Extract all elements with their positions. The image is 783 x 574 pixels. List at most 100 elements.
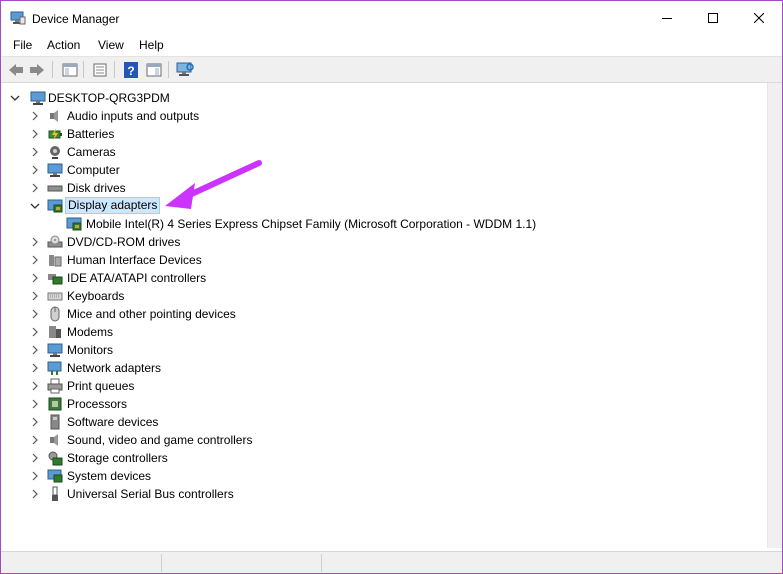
tree-item-batteries[interactable]: Batteries xyxy=(2,125,402,143)
tree-item-label: Processors xyxy=(67,397,128,411)
chevron-right-icon[interactable] xyxy=(30,359,40,377)
tree-item-processors[interactable]: Processors xyxy=(2,395,402,413)
toolbar-separator xyxy=(168,61,169,78)
tree-item-storage-controllers[interactable]: Storage controllers xyxy=(2,449,402,467)
help-icon: ? xyxy=(124,61,138,78)
tree-item-label: Monitors xyxy=(67,343,114,357)
tree-item-label: Modems xyxy=(67,325,114,339)
tree-item-usb-controllers[interactable]: Universal Serial Bus controllers xyxy=(2,485,402,503)
chevron-right-icon[interactable] xyxy=(30,449,40,467)
chevron-right-icon[interactable] xyxy=(30,233,40,251)
vertical-scrollbar[interactable] xyxy=(767,83,782,548)
maximize-icon xyxy=(708,13,718,23)
minimize-icon xyxy=(662,18,672,19)
chevron-right-icon[interactable] xyxy=(30,305,40,323)
svg-text:?: ? xyxy=(127,64,134,78)
forward-icon xyxy=(30,63,44,76)
chevron-right-icon[interactable] xyxy=(30,143,40,161)
modem-icon xyxy=(47,324,63,340)
device-tree[interactable]: DESKTOP-QRG3PDM Audio inputs and outputs… xyxy=(2,83,766,548)
menu-help[interactable]: Help xyxy=(138,38,165,52)
mouse-icon xyxy=(47,306,63,322)
battery-icon xyxy=(47,126,63,142)
tree-item-label: Disk drives xyxy=(67,181,126,195)
toolbar-separator xyxy=(83,61,84,78)
chevron-right-icon[interactable] xyxy=(30,179,40,197)
maximize-button[interactable] xyxy=(690,1,736,35)
tree-item-software-devices[interactable]: Software devices xyxy=(2,413,402,431)
chevron-right-icon[interactable] xyxy=(30,287,40,305)
chevron-right-icon[interactable] xyxy=(30,413,40,431)
tree-item-dvd-drives[interactable]: DVD/CD-ROM drives xyxy=(2,233,402,251)
chevron-right-icon[interactable] xyxy=(30,251,40,269)
tree-item-label: Print queues xyxy=(67,379,135,393)
monitor-icon xyxy=(47,162,63,178)
status-bar xyxy=(1,551,782,573)
display-adapter-icon xyxy=(66,216,82,232)
title-bar[interactable]: Device Manager xyxy=(1,1,782,35)
chevron-right-icon[interactable] xyxy=(30,485,40,503)
tree-item-mice[interactable]: Mice and other pointing devices xyxy=(2,305,402,323)
tree-item-label: Software devices xyxy=(67,415,159,429)
tree-item-print-queues[interactable]: Print queues xyxy=(2,377,402,395)
chevron-right-icon[interactable] xyxy=(30,377,40,395)
tree-item-modems[interactable]: Modems xyxy=(2,323,402,341)
forward-button[interactable] xyxy=(28,61,46,78)
chevron-down-icon[interactable] xyxy=(30,197,40,215)
annotation-arrow-icon xyxy=(165,160,262,209)
storage-controller-icon xyxy=(47,450,63,466)
tree-item-audio-inputs[interactable]: Audio inputs and outputs xyxy=(2,107,402,125)
tree-item-display-adapter-child[interactable]: Mobile Intel(R) 4 Series Express Chipset… xyxy=(2,215,602,233)
tree-item-label: Mobile Intel(R) 4 Series Express Chipset… xyxy=(86,217,537,231)
chevron-right-icon[interactable] xyxy=(30,269,40,287)
device-manager-app-icon xyxy=(10,11,26,25)
chevron-right-icon[interactable] xyxy=(30,467,40,485)
menu-view[interactable]: View xyxy=(97,38,125,52)
tree-item-system-devices[interactable]: System devices xyxy=(2,467,402,485)
chevron-right-icon[interactable] xyxy=(30,323,40,341)
menu-action[interactable]: Action xyxy=(46,38,81,52)
ide-controller-icon xyxy=(47,270,63,286)
chevron-down-icon[interactable] xyxy=(10,89,20,107)
tree-root-label: DESKTOP-QRG3PDM xyxy=(48,91,170,105)
tree-item-label: System devices xyxy=(67,469,152,483)
tree-item-label: Mice and other pointing devices xyxy=(67,307,236,321)
chevron-right-icon[interactable] xyxy=(30,431,40,449)
action-pane-button[interactable] xyxy=(145,61,163,78)
software-device-icon xyxy=(47,414,63,430)
tree-root-node[interactable]: DESKTOP-QRG3PDM xyxy=(2,89,402,107)
action-pane-icon xyxy=(146,63,162,76)
network-adapter-icon xyxy=(47,360,63,376)
console-tree-icon xyxy=(62,63,78,76)
close-button[interactable] xyxy=(736,1,782,35)
chevron-right-icon[interactable] xyxy=(30,107,40,125)
properties-icon xyxy=(93,63,107,76)
back-button[interactable] xyxy=(7,61,25,78)
status-divider xyxy=(321,554,322,572)
help-button[interactable]: ? xyxy=(122,61,140,78)
tree-item-monitors[interactable]: Monitors xyxy=(2,341,402,359)
tree-item-label: Computer xyxy=(67,163,120,177)
status-divider xyxy=(161,554,162,572)
tree-item-human-interface-devices[interactable]: Human Interface Devices xyxy=(2,251,402,269)
minimize-button[interactable] xyxy=(644,1,690,35)
chevron-right-icon[interactable] xyxy=(30,125,40,143)
properties-button[interactable] xyxy=(91,61,109,78)
tree-item-network-adapters[interactable]: Network adapters xyxy=(2,359,402,377)
chevron-right-icon[interactable] xyxy=(30,161,40,179)
tree-item-sound-video-game[interactable]: Sound, video and game controllers xyxy=(2,431,402,449)
chevron-right-icon[interactable] xyxy=(30,395,40,413)
scan-hardware-button[interactable] xyxy=(176,61,194,78)
tree-item-ide-controllers[interactable]: IDE ATA/ATAPI controllers xyxy=(2,269,402,287)
tree-item-label: DVD/CD-ROM drives xyxy=(67,235,181,249)
hid-icon xyxy=(47,252,63,268)
console-tree-button[interactable] xyxy=(61,61,79,78)
keyboard-icon xyxy=(47,288,63,304)
printer-icon xyxy=(47,378,63,394)
tree-item-keyboards[interactable]: Keyboards xyxy=(2,287,402,305)
chevron-right-icon[interactable] xyxy=(30,341,40,359)
usb-icon xyxy=(47,486,63,502)
processor-icon xyxy=(47,396,63,412)
menu-file[interactable]: File xyxy=(12,38,33,52)
tree-item-label: Human Interface Devices xyxy=(67,253,202,267)
